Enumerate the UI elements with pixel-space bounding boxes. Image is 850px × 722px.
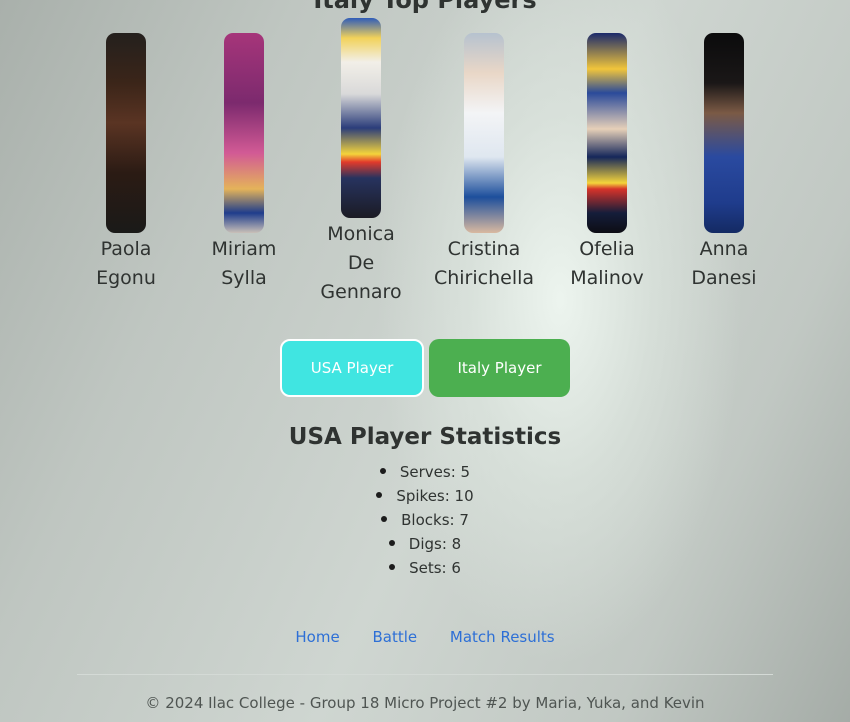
player-card-anna-danesi[interactable]: Anna Danesi [684, 33, 764, 293]
bullet-icon [389, 563, 396, 570]
nav-link-battle[interactable]: Battle [372, 628, 417, 646]
usa-player-button[interactable]: USA Player [280, 339, 424, 397]
player-photo[interactable] [224, 33, 264, 233]
player-photo[interactable] [587, 33, 627, 233]
player-photo[interactable] [464, 33, 504, 233]
player-gallery: Paola Egonu Miriam Sylla Monica De Genna… [0, 0, 850, 320]
statistics-list: Serves: 5 Spikes: 10 Blocks: 7 Digs: 8 S… [0, 460, 850, 580]
list-item: Spikes: 10 [0, 484, 850, 508]
player-card-paola-egonu[interactable]: Paola Egonu [96, 33, 156, 293]
italy-player-button[interactable]: Italy Player [429, 339, 570, 397]
list-item: Serves: 5 [0, 460, 850, 484]
list-item: Sets: 6 [0, 556, 850, 580]
player-name: Paola Egonu [96, 238, 156, 289]
player-name: Anna Danesi [691, 238, 757, 289]
statistics-title: USA Player Statistics [288, 424, 562, 450]
player-statistics: USA Player Statistics Serves: 5 Spikes: … [0, 420, 850, 580]
list-item: Blocks: 7 [0, 508, 850, 532]
bullet-icon [388, 539, 395, 546]
player-name: Cristina Chirichella [433, 238, 535, 289]
footer-divider [77, 674, 773, 675]
nav-link-home[interactable]: Home [295, 628, 339, 646]
player-card-monica-de-gennaro[interactable]: Monica De Gennaro [311, 18, 411, 307]
player-toggle-buttons: USA Player Italy Player [280, 339, 572, 397]
player-card-cristina-chirichella[interactable]: Cristina Chirichella [430, 33, 538, 293]
player-photo[interactable] [704, 33, 744, 233]
player-name: Ofelia Malinov [570, 238, 644, 289]
bullet-icon [381, 515, 388, 522]
player-card-ofelia-malinov[interactable]: Ofelia Malinov [562, 33, 652, 293]
copyright-footer: © 2024 Ilac College - Group 18 Micro Pro… [145, 694, 705, 712]
player-photo[interactable] [341, 18, 381, 218]
footer-nav: Home Battle Match Results [0, 628, 850, 646]
bullet-icon [379, 467, 386, 474]
player-name: Miriam Sylla [211, 238, 277, 289]
player-name: Monica De Gennaro [320, 223, 402, 303]
nav-link-match-results[interactable]: Match Results [450, 628, 555, 646]
player-photo[interactable] [106, 33, 146, 233]
list-item: Digs: 8 [0, 532, 850, 556]
player-card-miriam-sylla[interactable]: Miriam Sylla [204, 33, 284, 293]
bullet-icon [376, 491, 383, 498]
